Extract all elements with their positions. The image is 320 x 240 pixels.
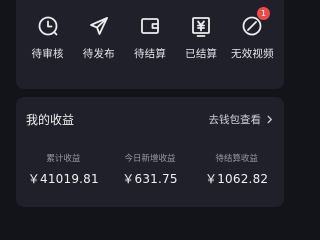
stat-today-income: 今日新增收益 ￥631.75 [107,152,193,187]
stat-label: 累计收益 [46,154,81,164]
wallet-icon [141,18,159,34]
income-title: 我的收益 [26,113,75,127]
stat-total-income: 累计收益 ￥41019.81 [20,152,106,187]
status-pending-settlement[interactable]: 待结算 [124,14,175,61]
send-icon [89,17,108,35]
status-settled[interactable]: 已结算 [176,14,227,61]
chevron-right-icon [267,115,272,124]
status-label: 待结算 [133,48,167,60]
wallet-link-label: 去钱包查看 [208,114,262,126]
status-pending-publish[interactable]: 待发布 [73,14,124,61]
income-header: 我的收益 去钱包查看 [26,111,274,128]
notification-badge: 1 [257,7,271,20]
order-status-row: 待审核 待发布 待结算 已结算 1 无效视频 [16,7,284,61]
income-card: 我的收益 去钱包查看 累计收益 ￥41019.81 今日新增收益 ￥631.75… [16,97,284,207]
income-stats: 累计收益 ￥41019.81 今日新增收益 ￥631.75 待结算收益 ￥106… [16,152,284,187]
status-label: 无效视频 [231,48,274,60]
stat-pending-income: 待结算收益 ￥1062.82 [194,152,280,187]
clock-icon [38,16,57,36]
wallet-link[interactable]: 去钱包查看 [209,112,275,127]
stat-value: ￥631.75 [122,172,178,186]
stat-label: 待结算收益 [215,154,258,164]
stat-label: 今日新增收益 [124,154,176,164]
status-pending-review[interactable]: 待审核 [22,14,73,61]
stat-value: ￥1062.82 [205,172,269,186]
order-status-card: 待审核 待发布 待结算 已结算 1 无效视频 [16,0,284,89]
status-label: 已结算 [185,48,218,60]
stat-value: ￥41019.81 [27,172,99,186]
status-label: 待审核 [31,48,64,60]
status-invalid-video[interactable]: 1 无效视频 [227,7,278,61]
status-label: 待发布 [82,48,115,60]
yen-card-icon [192,17,211,37]
